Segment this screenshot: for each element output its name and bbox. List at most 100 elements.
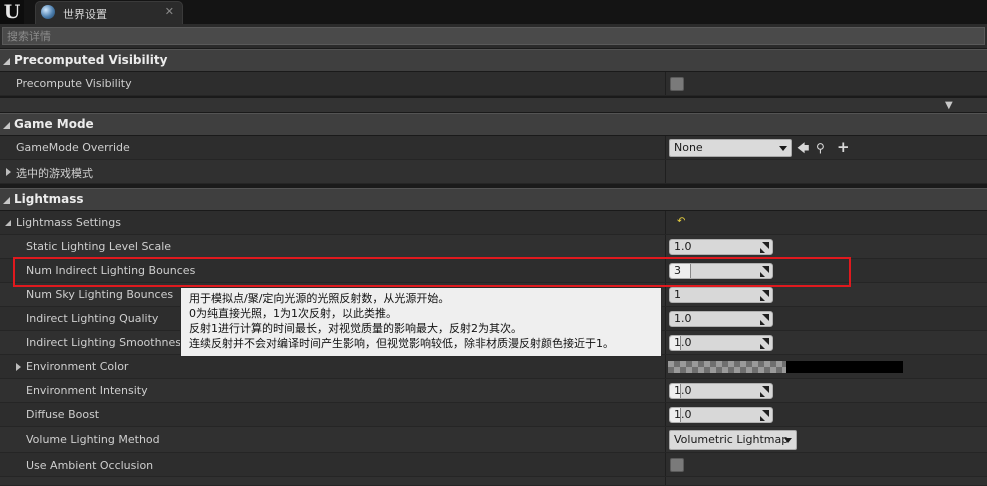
- input-value: 1: [674, 288, 681, 301]
- property-label: Environment Intensity: [26, 384, 148, 397]
- property-row-partial: [0, 477, 987, 486]
- drag-resize-icon[interactable]: [760, 338, 769, 349]
- column-divider[interactable]: [665, 211, 666, 234]
- column-divider[interactable]: [665, 307, 666, 330]
- tooltip: 用于模拟点/聚/定向光源的光照反射数，从光源开始。 0为纯直接光照，1为1次反射…: [180, 287, 662, 357]
- reset-to-default-icon[interactable]: ↶: [677, 215, 685, 229]
- indirect-smoothness-slider[interactable]: 1.0: [669, 335, 773, 351]
- chevron-down-icon: [784, 438, 792, 443]
- expand-arrow-icon[interactable]: [6, 168, 11, 176]
- use-selected-arrow-icon[interactable]: 🡄: [797, 141, 809, 155]
- column-divider[interactable]: [665, 160, 666, 183]
- column-divider[interactable]: [665, 235, 666, 258]
- property-row-static-lighting-level-scale: Static Lighting Level Scale 1.0: [0, 235, 987, 259]
- drag-resize-icon[interactable]: [760, 314, 769, 325]
- property-row-num-indirect-bounces: Num Indirect Lighting Bounces 3: [0, 259, 987, 283]
- tab-title: 世界设置: [63, 8, 107, 21]
- input-value: 1.0: [674, 384, 692, 397]
- column-divider[interactable]: [665, 403, 666, 426]
- input-value: 1.0: [674, 240, 692, 253]
- collapse-arrow-icon[interactable]: [3, 58, 10, 65]
- selected-value: Volumetric Lightmap: [674, 433, 789, 446]
- drag-resize-icon[interactable]: [760, 386, 769, 397]
- category-precomputed-visibility[interactable]: Precomputed Visibility: [0, 49, 987, 71]
- property-label: Num Sky Lighting Bounces: [26, 288, 174, 301]
- add-plus-icon[interactable]: +: [837, 140, 850, 155]
- category-label: Precomputed Visibility: [14, 53, 168, 67]
- category-label: Lightmass: [14, 192, 84, 206]
- num-sky-bounces-input[interactable]: 1: [669, 287, 773, 303]
- diffuse-boost-slider[interactable]: 1.0: [669, 407, 773, 423]
- input-value: 1.0: [674, 408, 692, 421]
- column-divider[interactable]: [665, 283, 666, 306]
- property-row-precompute-visibility: Precompute Visibility: [0, 72, 987, 96]
- tooltip-line: 0为纯直接光照，1为1次反射，以此类推。: [189, 307, 397, 320]
- column-divider[interactable]: [665, 427, 666, 452]
- close-icon[interactable]: ✕: [165, 5, 174, 18]
- tooltip-line: 反射1进行计算的时间最长，对视觉质量的影响最大，反射2为其次。: [189, 322, 522, 335]
- property-row-volume-lighting-method: Volume Lighting Method Volumetric Lightm…: [0, 427, 987, 453]
- input-value: 1.0: [674, 336, 692, 349]
- globe-icon: [41, 5, 55, 19]
- tooltip-line: 用于模拟点/聚/定向光源的光照反射数，从光源开始。: [189, 292, 450, 305]
- property-label: Indirect Lighting Quality: [26, 312, 159, 325]
- column-divider[interactable]: [665, 331, 666, 354]
- column-divider[interactable]: [665, 355, 666, 378]
- column-divider[interactable]: [665, 259, 666, 282]
- property-label: Lightmass Settings: [16, 216, 121, 229]
- property-label: GameMode Override: [16, 141, 130, 154]
- column-divider[interactable]: [665, 136, 666, 159]
- column-divider[interactable]: [665, 477, 666, 485]
- column-divider[interactable]: [665, 379, 666, 402]
- property-label: Static Lighting Level Scale: [26, 240, 172, 253]
- unreal-logo-icon[interactable]: U: [0, 0, 24, 24]
- property-row-diffuse-boost: Diffuse Boost 1.0: [0, 403, 987, 427]
- browse-search-icon[interactable]: ⚲: [816, 141, 825, 155]
- input-value: 1.0: [674, 312, 692, 325]
- use-ambient-occlusion-checkbox[interactable]: [670, 458, 684, 472]
- collapse-arrow-icon[interactable]: [3, 122, 10, 129]
- property-label: 选中的游戏模式: [16, 167, 93, 180]
- search-input[interactable]: [2, 27, 985, 45]
- environment-color-swatch[interactable]: [668, 361, 903, 373]
- title-bar: U 世界设置 ✕: [0, 0, 987, 24]
- search-bar: [0, 24, 987, 48]
- gamemode-override-select[interactable]: None: [669, 139, 792, 157]
- drag-resize-icon[interactable]: [760, 290, 769, 301]
- drag-resize-icon[interactable]: [760, 410, 769, 421]
- category-label: Game Mode: [14, 117, 94, 131]
- collapse-arrow-icon[interactable]: [5, 220, 11, 226]
- advanced-expander[interactable]: ▼: [0, 98, 987, 112]
- category-lightmass[interactable]: Lightmass: [0, 188, 987, 210]
- volume-lighting-method-select[interactable]: Volumetric Lightmap: [669, 430, 797, 450]
- tooltip-line: 连续反射并不会对编译时间产生影响，但视觉影响较低，除非材质漫反射颜色接近于1。: [189, 337, 614, 350]
- input-value: 3: [674, 264, 681, 277]
- static-lighting-level-scale-input[interactable]: 1.0: [669, 239, 773, 255]
- column-divider[interactable]: [665, 72, 666, 95]
- property-row-selected-gamemode: 选中的游戏模式: [0, 160, 987, 184]
- tab-world-settings[interactable]: 世界设置 ✕: [35, 1, 183, 24]
- property-label: Indirect Lighting Smoothness: [26, 336, 187, 349]
- indirect-quality-input[interactable]: 1.0: [669, 311, 773, 327]
- property-row-gamemode-override: GameMode Override None 🡄 ⚲ +: [0, 136, 987, 160]
- collapse-arrow-icon[interactable]: [3, 197, 10, 204]
- drag-resize-icon[interactable]: [760, 266, 769, 277]
- column-divider[interactable]: [665, 453, 666, 476]
- property-label: Volume Lighting Method: [26, 433, 160, 446]
- advanced-down-icon[interactable]: ▼: [945, 100, 953, 111]
- expand-arrow-icon[interactable]: [16, 363, 21, 371]
- property-row-use-ambient-occlusion: Use Ambient Occlusion: [0, 453, 987, 477]
- property-label: Diffuse Boost: [26, 408, 100, 421]
- property-label: Environment Color: [26, 360, 129, 373]
- property-row-environment-intensity: Environment Intensity 1.0: [0, 379, 987, 403]
- environment-intensity-slider[interactable]: 1.0: [669, 383, 773, 399]
- chevron-down-icon: [779, 146, 787, 151]
- category-game-mode[interactable]: Game Mode: [0, 113, 987, 135]
- precompute-visibility-checkbox[interactable]: [670, 77, 684, 91]
- property-row-environment-color: Environment Color: [0, 355, 987, 379]
- property-label: Num Indirect Lighting Bounces: [26, 264, 196, 277]
- property-label: Use Ambient Occlusion: [26, 459, 154, 472]
- num-indirect-bounces-slider[interactable]: 3: [669, 263, 773, 279]
- property-row-lightmass-settings: Lightmass Settings ↶: [0, 211, 987, 235]
- drag-resize-icon[interactable]: [760, 242, 769, 253]
